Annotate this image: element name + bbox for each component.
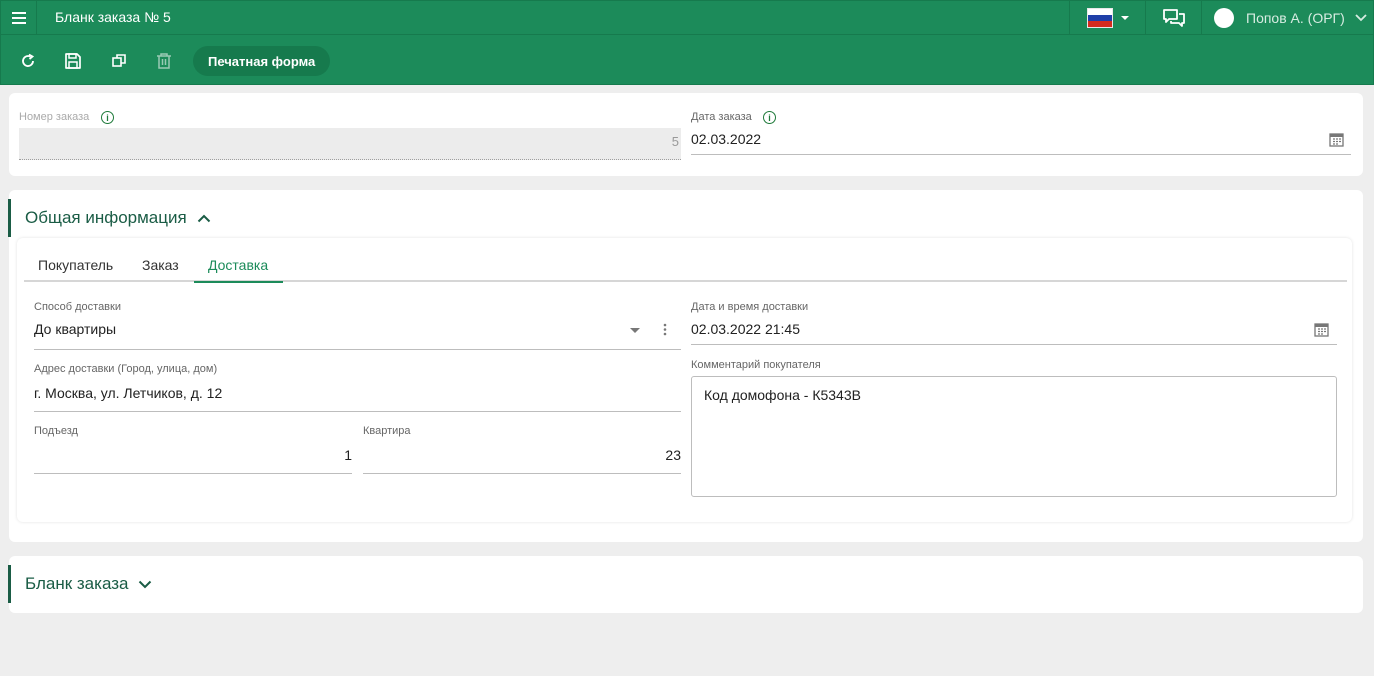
delete-button[interactable] [153,50,175,72]
delivery-address-field[interactable]: г. Москва, ул. Летчиков, д. 12 [34,385,222,401]
section-accent-bar [8,199,11,237]
entrance-underline [34,473,352,474]
avatar [1214,8,1234,28]
order-form-title: Бланк заказа [25,574,129,593]
toolbar: Печатная форма [1,36,1373,86]
order-number-label: Номер заказа [19,111,90,123]
tab-delivery[interactable]: Доставка [194,248,283,283]
calendar-icon[interactable] [1329,132,1344,147]
title-bar: Бланк заказа № 5 Попов А. (ОРГ) [1,1,1373,35]
info-icon[interactable]: i [101,111,114,124]
chevron-up-icon [197,214,210,222]
more-vertical-icon[interactable] [663,323,667,336]
order-number-value: 5 [671,134,679,149]
delivery-method-label: Способ доставки [34,301,121,313]
menu-icon [11,12,26,24]
order-number-field: 5 [19,128,681,160]
buyer-comment-text: Код домофона - К5343В [704,387,861,403]
chat-icon [1162,9,1185,27]
general-info-header[interactable]: Общая информация [25,208,211,228]
menu-button[interactable] [1,1,37,35]
russia-flag-icon [1086,8,1113,28]
top-bar: Бланк заказа № 5 Попов А. (ОРГ) Печатная… [0,0,1374,85]
entrance-field[interactable]: 1 [34,447,352,463]
delivery-datetime-underline [691,344,1337,345]
order-date-label: Дата заказа [691,111,752,123]
order-form-header[interactable]: Бланк заказа [25,574,152,594]
header-fields-card: Номер заказа i 5 Дата заказа i 02.03.202… [9,93,1363,176]
delivery-method-underline [34,349,681,350]
chevron-down-icon [1120,16,1129,20]
calendar-icon[interactable] [1314,322,1329,337]
user-name: Попов А. (ОРГ) [1246,10,1345,26]
refresh-button[interactable] [17,50,39,72]
delivery-method-select[interactable]: До квартиры [34,321,116,337]
order-date-underline [691,154,1351,155]
print-form-button[interactable]: Печатная форма [193,46,331,76]
copy-button[interactable] [108,50,130,72]
language-selector[interactable] [1069,1,1145,35]
tab-buyer[interactable]: Покупатель [24,248,127,282]
trash-icon [157,53,171,69]
delivery-datetime-label: Дата и время доставки [691,301,809,313]
save-button[interactable] [62,50,84,72]
chevron-down-icon [139,580,152,588]
copy-icon [112,54,126,67]
chat-button[interactable] [1145,1,1201,35]
general-info-title: Общая информация [25,208,187,227]
buyer-comment-label: Комментарий покупателя [691,359,821,371]
delivery-address-label: Адрес доставки (Город, улица, дом) [34,363,218,375]
info-icon[interactable]: i [763,111,776,124]
section-accent-bar [8,565,11,603]
chevron-down-icon [1355,14,1367,22]
apartment-field[interactable]: 23 [363,447,681,463]
delivery-datetime-field[interactable]: 02.03.2022 21:45 [691,321,800,337]
delivery-address-underline [34,411,681,412]
apartment-label: Квартира [363,425,411,437]
buyer-comment-textarea[interactable]: Код домофона - К5343В [691,376,1337,497]
save-icon [65,53,81,69]
order-form-card [9,556,1363,613]
tab-bar: Покупатель Заказ Доставка [24,248,1347,283]
user-menu[interactable]: Попов А. (ОРГ) [1201,1,1373,35]
page-title: Бланк заказа № 5 [55,9,171,25]
refresh-icon [22,53,35,67]
apartment-underline [363,473,681,474]
tab-order[interactable]: Заказ [128,248,193,282]
dropdown-arrow-icon[interactable] [630,328,640,333]
order-date-field[interactable]: 02.03.2022 [691,131,761,147]
entrance-label: Подъезд [34,425,78,437]
